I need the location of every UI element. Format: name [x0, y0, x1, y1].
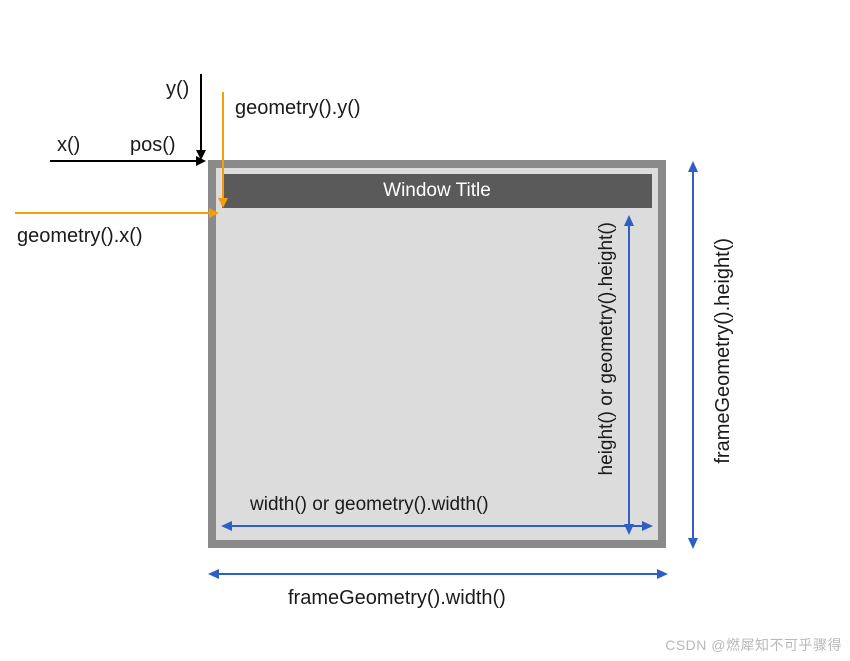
- dim-frame-height-head-top: [688, 161, 698, 172]
- label-height: height() or geometry().height(): [596, 222, 618, 475]
- dim-frame-width-head-right: [657, 569, 668, 579]
- label-frame-height: frameGeometry().height(): [712, 238, 735, 464]
- arrow-geometry-x-line: [15, 212, 211, 214]
- label-y: y(): [166, 78, 189, 101]
- arrow-geometry-y-head: [218, 198, 228, 208]
- window-client-area: [222, 214, 652, 534]
- label-pos: pos(): [130, 134, 176, 157]
- dim-width-head-left: [221, 521, 232, 531]
- arrow-x-line: [50, 160, 198, 162]
- dim-width-head-right: [642, 521, 653, 531]
- arrow-geometry-x-head: [209, 208, 219, 218]
- label-width: width() or geometry().width(): [250, 494, 489, 516]
- dim-frame-height-line: [692, 170, 694, 540]
- arrow-x-head: [196, 156, 206, 166]
- dim-height-head-top: [624, 215, 634, 226]
- arrow-geometry-y-line: [222, 92, 224, 200]
- dim-width-line: [228, 525, 646, 527]
- watermark-text: CSDN @燃犀知不可乎骤得: [665, 635, 842, 655]
- dim-height-head-bottom: [624, 524, 634, 535]
- dim-frame-width-head-left: [208, 569, 219, 579]
- label-frame-width: frameGeometry().width(): [288, 587, 506, 610]
- window-titlebar: Window Title: [222, 174, 652, 208]
- window-title-text: Window Title: [383, 180, 491, 202]
- dim-height-line: [628, 224, 630, 526]
- label-x: x(): [57, 134, 80, 157]
- label-geometry-y: geometry().y(): [235, 97, 361, 120]
- arrow-y-line: [200, 74, 202, 152]
- dim-frame-width-line: [216, 573, 660, 575]
- diagram-canvas: Window Title y() x() pos() geometry().y(…: [0, 0, 850, 661]
- label-geometry-x: geometry().x(): [17, 225, 143, 248]
- dim-frame-height-head-bottom: [688, 538, 698, 549]
